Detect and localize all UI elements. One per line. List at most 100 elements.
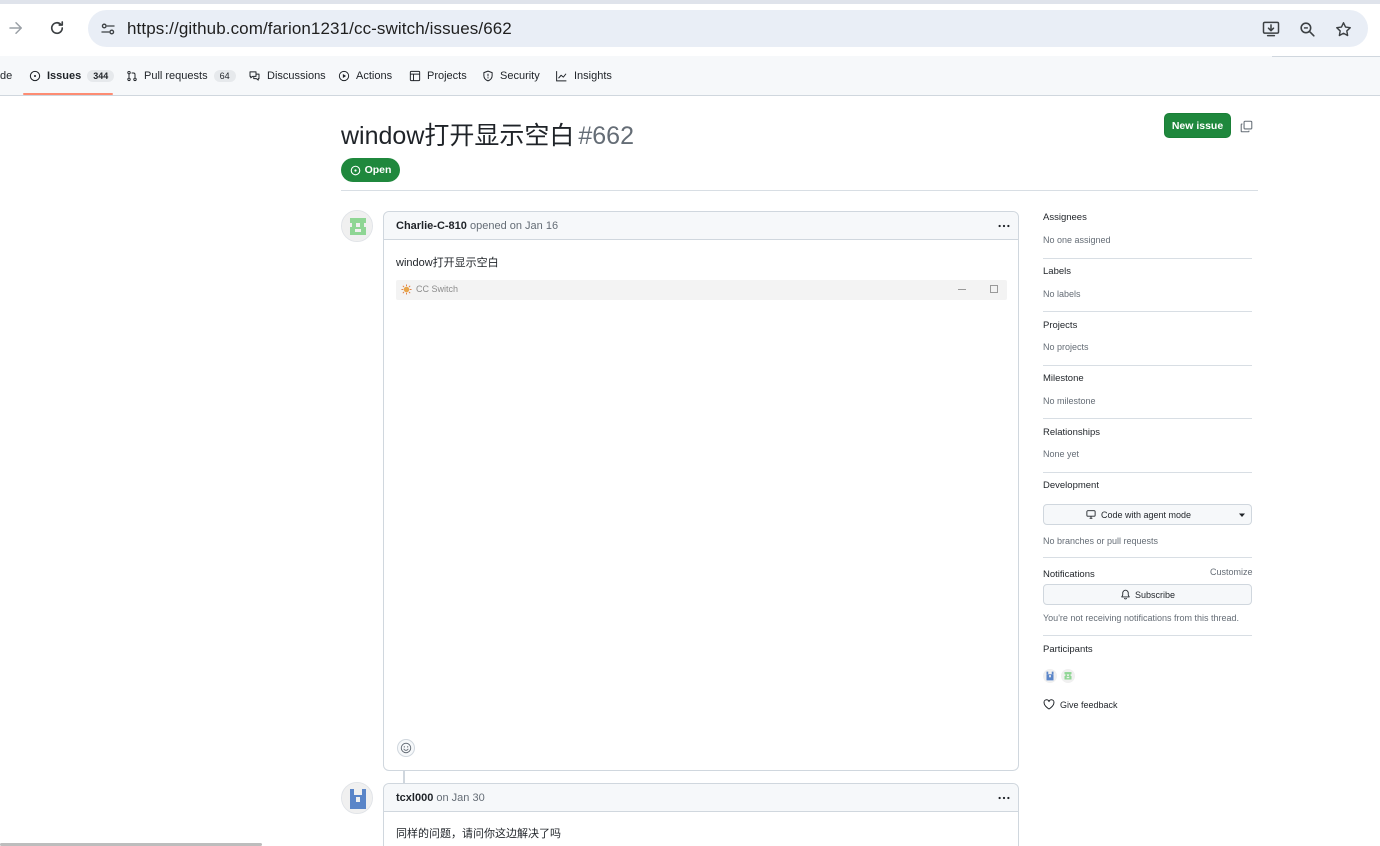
zoom-button[interactable] (1295, 17, 1319, 41)
graph-icon (556, 71, 567, 82)
subscribe-label: Subscribe (1134, 589, 1176, 600)
copilot-icon (1086, 510, 1096, 519)
sidebar-milestone-heading[interactable]: Milestone (1043, 373, 1084, 384)
bookmark-button[interactable] (1331, 17, 1355, 41)
identicon-blue (1043, 669, 1057, 683)
comment-options-button[interactable] (996, 218, 1012, 234)
tab-label: Actions (356, 70, 393, 82)
tab-strip-edge (0, 0, 1380, 4)
issue-state-badge: Open (341, 158, 400, 182)
address-bar[interactable]: https://github.com/farion1231/cc-switch/… (88, 10, 1368, 47)
issue-number: #662 (578, 122, 634, 150)
comment-discussion-icon (249, 71, 260, 81)
sidebar-projects-heading[interactable]: Projects (1043, 320, 1077, 331)
copy-link-button[interactable] (1238, 118, 1254, 134)
smiley-icon (400, 742, 412, 754)
comment-options-button[interactable] (996, 790, 1012, 806)
comment-header: Charlie-C-810 opened on Jan 16 (384, 212, 1018, 240)
sidebar-divider (1043, 635, 1252, 636)
issue-state-label: Open (364, 164, 392, 176)
forward-button[interactable] (4, 16, 28, 40)
sidebar-divider (1043, 365, 1252, 366)
avatar[interactable] (341, 782, 373, 814)
comment-timestamp[interactable]: opened on Jan 16 (467, 220, 558, 232)
heart-icon (1043, 699, 1055, 710)
new-issue-button[interactable]: New issue (1164, 113, 1231, 138)
header-divider (341, 190, 1258, 191)
tab-label: Insights (574, 70, 612, 82)
give-feedback-link[interactable]: Give feedback (1043, 699, 1118, 710)
agent-mode-dropdown-button[interactable] (1232, 504, 1252, 525)
issue-title: window打开显示空白 #662 (341, 116, 634, 152)
add-reaction-button[interactable] (397, 739, 415, 757)
customize-notifications-link[interactable]: Customize (1210, 567, 1253, 577)
minimize-icon (958, 289, 966, 290)
code-with-agent-label: Code with agent mode (1100, 509, 1192, 520)
tab-label: Pull requests (144, 70, 208, 82)
issue-title-text: window打开显示空白 (341, 122, 575, 150)
sidebar-divider (1043, 472, 1252, 473)
embedded-screenshot-titlebar: CC Switch (396, 280, 1007, 300)
comment-author-line: tcxl000 on Jan 30 (396, 792, 485, 804)
sidebar-development-value: No branches or pull requests (1043, 536, 1159, 546)
browser-chrome: https://github.com/farion1231/cc-switch/… (0, 0, 1380, 56)
tab-label: Discussions (267, 70, 326, 82)
code-with-agent-button[interactable]: Code with agent mode (1043, 504, 1233, 525)
sidebar-participants-heading: Participants (1043, 644, 1093, 655)
comment-timestamp[interactable]: on Jan 30 (433, 792, 484, 804)
cc-switch-app-icon (401, 284, 412, 295)
sidebar-relationships-value: None yet (1043, 449, 1080, 459)
sidebar-divider (1043, 258, 1252, 259)
avatar[interactable] (341, 210, 373, 242)
reload-icon (50, 21, 64, 35)
tab-code[interactable]: de (0, 56, 12, 96)
play-circle-icon (338, 70, 350, 82)
url-text[interactable]: https://github.com/farion1231/cc-switch/… (127, 19, 512, 39)
subscribe-button[interactable]: Subscribe (1043, 584, 1252, 605)
shield-icon (483, 70, 493, 82)
tab-count: 344 (87, 70, 115, 82)
comment-body: window打开显示空白 (396, 257, 499, 269)
comment: tcxl000 on Jan 30 同样的问题，请问你这边解决了吗 (383, 783, 1019, 846)
issue-body-comment: Charlie-C-810 opened on Jan 16 window打开显… (383, 211, 1019, 771)
sidebar-divider (1043, 557, 1252, 558)
kebab-horizontal-icon (998, 796, 1010, 800)
sidebar-relationships-heading[interactable]: Relationships (1043, 427, 1100, 438)
sidebar-divider (1043, 418, 1252, 419)
tab-actions[interactable]: Actions (338, 56, 392, 96)
kebab-horizontal-icon (998, 224, 1010, 228)
participant-avatar[interactable] (1061, 669, 1075, 683)
copy-icon (1240, 120, 1252, 132)
sidebar-development-heading[interactable]: Development (1043, 480, 1099, 491)
sidebar-assignees-heading[interactable]: Assignees (1043, 212, 1087, 223)
install-app-button[interactable] (1259, 17, 1283, 41)
tab-pull-requests[interactable]: Pull requests 64 (126, 56, 236, 96)
tab-label: de (0, 70, 13, 82)
participant-avatar[interactable] (1043, 669, 1057, 683)
sidebar-notifications-heading: Notifications (1043, 569, 1095, 580)
tab-security[interactable]: Security (482, 56, 540, 96)
triangle-down-icon (1238, 513, 1245, 517)
active-tab-indicator (23, 93, 113, 95)
bell-icon (1121, 589, 1130, 600)
comment-body: 同样的问题，请问你这边解决了吗 (396, 828, 561, 840)
tab-count: 64 (213, 70, 236, 82)
sidebar-projects-value: No projects (1043, 342, 1089, 352)
tab-projects[interactable]: Projects (409, 56, 467, 96)
tab-label: Projects (427, 70, 467, 82)
repo-nav: de Issues 344 Pull requests 64 Discussio… (0, 56, 1380, 96)
issue-open-icon (29, 70, 41, 82)
comment-header: tcxl000 on Jan 30 (384, 784, 1018, 812)
site-info-icon[interactable] (96, 17, 120, 41)
arrow-right-icon (9, 22, 22, 34)
embedded-app-title: CC Switch (416, 284, 459, 294)
tab-issues[interactable]: Issues 344 (29, 56, 115, 96)
comment-author[interactable]: tcxl000 (396, 792, 433, 804)
tab-discussions[interactable]: Discussions (248, 56, 326, 96)
reload-button[interactable] (45, 16, 69, 40)
comment-author-line: Charlie-C-810 opened on Jan 16 (396, 220, 558, 232)
tab-insights[interactable]: Insights (555, 56, 612, 96)
sidebar-labels-heading[interactable]: Labels (1043, 266, 1071, 277)
pull-request-icon (127, 70, 137, 82)
comment-author[interactable]: Charlie-C-810 (396, 220, 467, 232)
